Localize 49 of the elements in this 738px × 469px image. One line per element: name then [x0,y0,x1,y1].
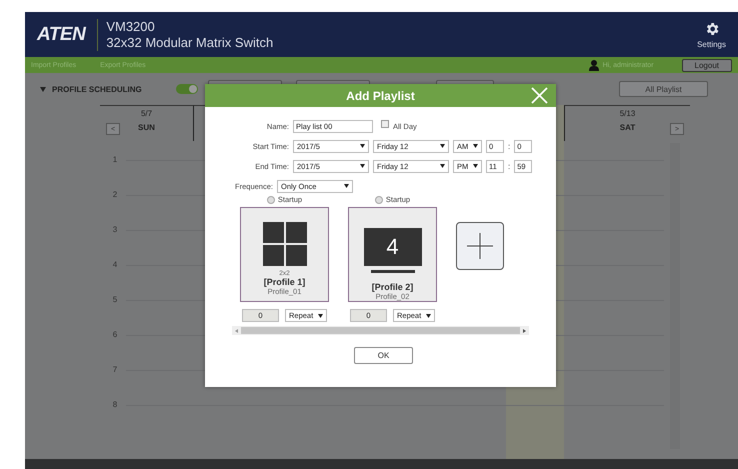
caret-icon [426,314,431,318]
product-name: 32x32 Modular Matrix Switch [106,34,274,50]
logout-button[interactable]: Logout [682,58,732,72]
logo: ATEN [37,18,98,50]
hour-label: 2 [112,190,118,199]
add-profile-button[interactable] [456,222,504,270]
caret-icon [344,184,349,188]
plus-icon [467,233,493,259]
hour-label: 5 [112,295,118,304]
caret-icon [360,164,365,168]
date-label: 5/7 [140,109,152,118]
close-icon[interactable] [531,87,548,104]
time-separator: : [508,142,510,150]
screen-number: 4 [386,235,399,259]
time-separator: : [508,162,510,170]
day-label: SUN [138,123,155,132]
scheduling-toggle[interactable] [176,84,198,94]
monitor-icon [364,228,422,274]
grid-layout-icon [262,222,306,266]
caret-icon [440,144,445,148]
user-icon [588,60,599,70]
hour-label: 1 [112,155,118,164]
hour-label: 4 [112,260,118,269]
profile-name: [Profile 2] [372,282,414,292]
section-title: PROFILE SCHEDULING [52,84,142,94]
caret-icon [473,164,478,168]
hour-label: 6 [112,330,118,339]
horizontal-scrollbar[interactable] [232,326,529,335]
scroll-right-icon[interactable] [523,328,526,332]
caret-icon[interactable] [40,86,46,92]
caret-icon [360,144,365,148]
date-label: 5/13 [620,109,636,118]
all-day-checkbox[interactable] [381,120,389,128]
all-playlist-button[interactable]: All Playlist [619,81,708,97]
settings-label[interactable]: Settings [697,40,726,48]
day-label: SAT [620,123,636,132]
hour-label: 7 [112,365,118,374]
ok-button[interactable]: OK [354,347,413,364]
startup-radio[interactable] [374,196,383,204]
model-name: VM3200 [106,18,156,34]
caret-icon [473,144,478,148]
hour-label: 8 [112,400,118,409]
scroll-left-icon[interactable] [235,328,238,332]
caret-icon [440,164,445,168]
profile-name: [Profile 1] [264,277,306,287]
hour-label: 3 [112,225,118,234]
caret-icon [318,314,323,318]
startup-radio[interactable] [266,196,275,204]
dialog-title: Add Playlist [346,88,415,102]
